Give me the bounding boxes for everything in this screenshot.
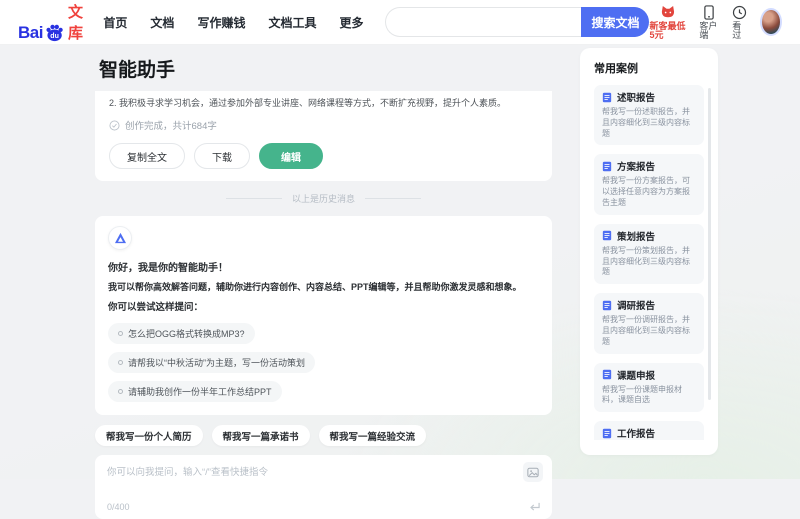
quick-chip-resume[interactable]: 帮我写一份个人简历: [95, 425, 203, 446]
nav-link-tools[interactable]: 文档工具: [268, 14, 316, 31]
suggestion-text: 请帮我以“中秋活动”为主题，写一份活动策划: [128, 358, 305, 368]
case-desc: 帮我写一份调研报告，并且内容细化到三级内容标题: [602, 315, 690, 346]
char-counter: 0/400: [107, 502, 130, 512]
client-label: 客户端: [699, 20, 718, 40]
document-icon: [602, 428, 612, 439]
page-content: 智能助手 2. 我积极寻求学习机会，通过参加外部专业讲座、网络课程等方式，不断扩…: [0, 45, 800, 519]
divider-line-right: [365, 198, 421, 199]
result-actions: 复制全文 下载 编辑: [109, 143, 538, 169]
quick-chip-experience[interactable]: 帮我写一篇经验交流: [318, 425, 427, 446]
page-title: 智能助手: [99, 60, 176, 81]
history-divider: 以上是历史消息: [95, 192, 552, 205]
case-title: 调研报告: [617, 301, 656, 313]
client-entry[interactable]: 客户端: [699, 4, 719, 40]
top-navbar: Bai du 文库 首页 文档 写作赚钱 文档工具 更多 搜索文档 新客最低5元…: [0, 0, 800, 45]
case-card-shuzhi[interactable]: 述职报告 帮我写一份述职报告，并且内容细化到三级内容标题: [594, 85, 704, 146]
svg-text:du: du: [50, 33, 59, 40]
mascot-icon: [658, 5, 677, 20]
nav-link-home[interactable]: 首页: [103, 14, 127, 31]
image-icon: [527, 467, 539, 478]
case-title: 课题申报: [617, 370, 656, 382]
promo-entry[interactable]: 新客最低5元: [649, 5, 686, 40]
chat-main-column: 智能助手 2. 我积极寻求学习机会，通过参加外部专业讲座、网络课程等方式，不断扩…: [95, 55, 552, 519]
assistant-message-card: 你好，我是你的智能助手！ 我可以帮你高效解答问题，辅助你进行内容创作、内容总结、…: [95, 216, 552, 415]
baidu-paw-icon: du: [44, 22, 65, 43]
phone-icon: [703, 4, 715, 20]
divider-label: 以上是历史消息: [291, 194, 355, 204]
suggestion-text: 怎么把OGG格式转换成MP3?: [128, 329, 245, 339]
copy-all-button[interactable]: 复制全文: [109, 143, 185, 169]
assistant-intro: 我可以帮你高效解答问题，辅助你进行内容创作、内容总结、PPT编辑等，并且帮助你激…: [108, 282, 522, 292]
case-card-cehua[interactable]: 策划报告 帮我写一份策划报告，并且内容细化到三级内容标题: [594, 223, 704, 285]
history-clipped-text: 2. 我积极寻求学习机会，通过参加外部专业讲座、网络课程等方式，不断扩充视野，提…: [109, 98, 507, 108]
enter-arrow-icon: [528, 502, 541, 513]
suggestion-item[interactable]: 请辅助我创作一份半年工作总结PPT: [108, 381, 282, 402]
assistant-greeting: 你好，我是你的智能助手！: [108, 263, 228, 274]
common-cases-panel: 常用案例 述职报告 帮我写一份述职报告，并且内容细化到三级内容标题 方案报告 帮…: [580, 48, 718, 455]
case-title: 方案报告: [617, 162, 656, 174]
creation-status-text: 创作完成，共计684字: [125, 121, 217, 132]
search-button[interactable]: 搜索文档: [581, 7, 650, 37]
edit-button[interactable]: 编辑: [259, 143, 323, 169]
suggestion-item[interactable]: 怎么把OGG格式转换成MP3?: [108, 323, 255, 344]
suggestion-text: 请辅助我创作一份半年工作总结PPT: [128, 387, 272, 397]
suggestion-item[interactable]: 请帮我以“中秋活动”为主题，写一份活动策划: [108, 352, 315, 373]
case-title: 工作报告: [617, 429, 656, 440]
baidu-wenku-logo[interactable]: Bai du 文库: [18, 1, 83, 43]
logo-wenku-text: 文库: [67, 4, 83, 42]
check-circle-icon: [109, 120, 120, 131]
case-desc: 帮我写一份述职报告，并且内容细化到三级内容标题: [602, 107, 690, 138]
case-card-keti[interactable]: 课题申报 帮我写一份课题申报材料，课题自选: [594, 362, 704, 413]
user-avatar[interactable]: [760, 8, 782, 36]
nav-links: 首页 文档 写作赚钱 文档工具 更多: [103, 14, 363, 31]
case-desc: 帮我写一份策划报告，并且内容细化到三级内容标题: [602, 245, 690, 277]
case-title: 策划报告: [617, 231, 656, 243]
bullet-circle-icon: [118, 331, 123, 336]
send-button[interactable]: [528, 502, 541, 513]
assistant-hint: 你可以尝试这样提问：: [108, 302, 204, 313]
logo-bai-text: Bai: [18, 23, 43, 42]
history-result-card: 2. 我积极寻求学习机会，通过参加外部专业讲座、网络课程等方式，不断扩充视野，提…: [95, 91, 552, 181]
sidebar-title: 常用案例: [594, 63, 638, 75]
nav-link-docs[interactable]: 文档: [150, 14, 174, 31]
bullet-circle-icon: [118, 389, 123, 394]
quick-chip-pledge[interactable]: 帮我写一篇承诺书: [211, 425, 310, 446]
download-button[interactable]: 下载: [194, 143, 250, 169]
case-list: 述职报告 帮我写一份述职报告，并且内容细化到三级内容标题 方案报告 帮我写一份方…: [594, 85, 704, 440]
case-card-diaoyan[interactable]: 调研报告 帮我写一份调研报告，并且内容细化到三级内容标题: [594, 293, 704, 354]
case-card-gongzuo[interactable]: 工作报告 帮我写一份工作报告，工作类型随机: [594, 421, 704, 440]
seen-label: 看过: [732, 20, 742, 40]
document-icon: [602, 369, 612, 380]
sidebar-scrollbar[interactable]: [708, 88, 711, 400]
upload-image-button[interactable]: [523, 462, 543, 482]
assistant-avatar: [108, 226, 132, 250]
clock-icon: [732, 5, 747, 20]
search-bar: 搜索文档: [385, 7, 650, 37]
prompt-textarea[interactable]: [107, 464, 497, 494]
document-icon: [602, 161, 612, 172]
suggestion-list: 怎么把OGG格式转换成MP3? 请帮我以“中秋活动”为主题，写一份活动策划 请辅…: [108, 315, 539, 402]
creation-status: 创作完成，共计684字: [109, 118, 538, 132]
navbar-right: 新客最低5元 客户端 看过: [649, 4, 782, 40]
document-icon: [602, 300, 612, 311]
search-input[interactable]: [385, 7, 582, 37]
bullet-circle-icon: [118, 360, 123, 365]
divider-line-left: [225, 198, 282, 199]
document-icon: [602, 230, 612, 241]
nav-link-earn[interactable]: 写作赚钱: [197, 14, 245, 31]
case-desc: 帮我写一份方案报告，可以选择任意内容为方案报告主题: [602, 176, 690, 207]
quick-chip-row: 帮我写一份个人简历 帮我写一篇承诺书 帮我写一篇经验交流: [95, 425, 552, 446]
case-title: 述职报告: [617, 93, 656, 104]
seen-entry[interactable]: 看过: [732, 5, 747, 40]
nav-link-more[interactable]: 更多: [339, 14, 363, 31]
promo-label: 新客最低5元: [649, 20, 686, 40]
prompt-input-card: 0/400: [95, 455, 552, 519]
case-desc: 帮我写一份课题申报材料，课题自选: [602, 384, 682, 405]
document-icon: [602, 92, 612, 103]
wenku-logo-icon: [114, 232, 127, 244]
case-card-fangan[interactable]: 方案报告 帮我写一份方案报告，可以选择任意内容为方案报告主题: [594, 154, 704, 215]
